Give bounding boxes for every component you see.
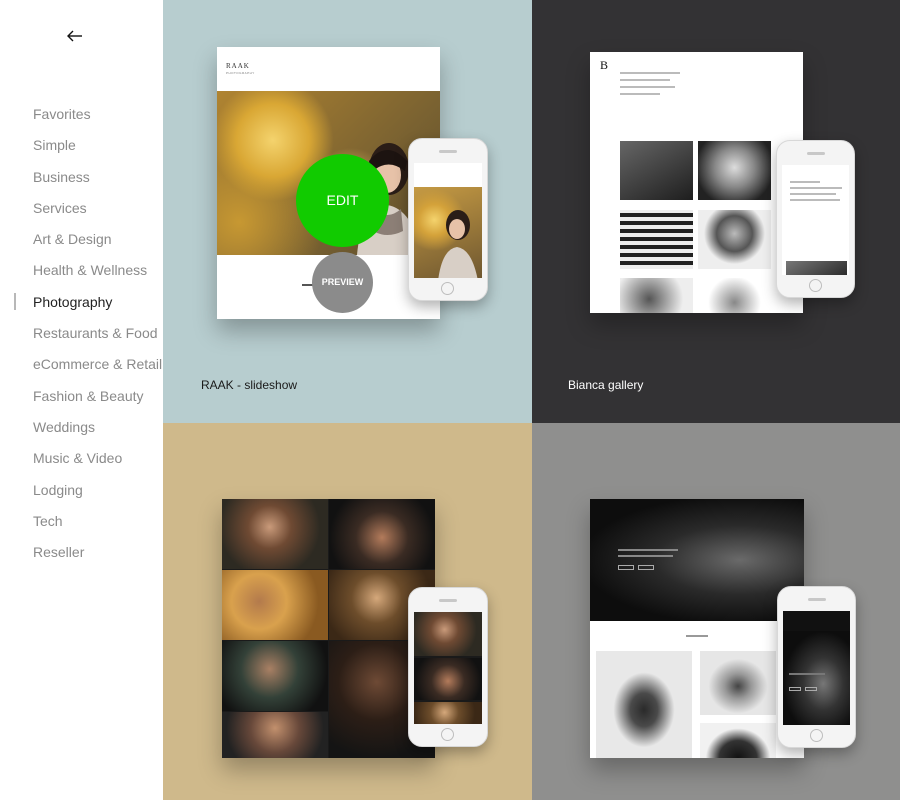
preview-button[interactable]: PREVIEW xyxy=(312,252,373,313)
portrait-image xyxy=(438,210,478,278)
category-weddings[interactable]: Weddings xyxy=(0,414,163,445)
template-logo: RAAK xyxy=(226,62,250,70)
template-name: Bianca gallery xyxy=(568,378,644,392)
category-list: Favorites Simple Business Services Art &… xyxy=(0,101,163,570)
desktop-preview xyxy=(222,499,435,758)
category-favorites[interactable]: Favorites xyxy=(0,101,163,132)
category-music-video[interactable]: Music & Video xyxy=(0,445,163,476)
edit-button[interactable]: EDIT xyxy=(296,154,389,247)
arrow-left-icon xyxy=(67,30,82,42)
desktop-preview xyxy=(590,499,804,758)
template-name: RAAK - slideshow xyxy=(201,378,298,392)
category-business[interactable]: Business xyxy=(0,164,163,195)
template-card-bianca[interactable]: B Bianca gallery xyxy=(532,0,900,423)
template-card-collage[interactable] xyxy=(163,423,532,800)
mobile-preview xyxy=(777,586,856,748)
category-ecommerce-retail[interactable]: eCommerce & Retail xyxy=(0,351,163,382)
category-health-wellness[interactable]: Health & Wellness xyxy=(0,257,163,288)
desktop-preview: B xyxy=(590,52,803,313)
category-tech[interactable]: Tech xyxy=(0,508,163,539)
back-button[interactable] xyxy=(60,22,90,50)
category-photography[interactable]: Photography xyxy=(0,289,163,320)
category-fashion-beauty[interactable]: Fashion & Beauty xyxy=(0,383,163,414)
template-card-raak[interactable]: RAAK PHOTOGRAPHY EDIT PREVIEW RAAK - sli… xyxy=(163,0,532,423)
template-card-leopard[interactable] xyxy=(532,423,900,800)
template-logo: B xyxy=(600,58,609,72)
mobile-preview xyxy=(408,587,488,747)
category-services[interactable]: Services xyxy=(0,195,163,226)
category-reseller[interactable]: Reseller xyxy=(0,539,163,570)
mobile-header xyxy=(414,163,482,187)
category-simple[interactable]: Simple xyxy=(0,132,163,163)
category-restaurants-food[interactable]: Restaurants & Food xyxy=(0,320,163,351)
category-lodging[interactable]: Lodging xyxy=(0,477,163,508)
category-art-design[interactable]: Art & Design xyxy=(0,226,163,257)
template-logo-sub: PHOTOGRAPHY xyxy=(226,71,255,75)
mobile-preview xyxy=(408,138,488,301)
category-sidebar: Favorites Simple Business Services Art &… xyxy=(0,0,163,800)
mobile-preview xyxy=(776,140,855,298)
